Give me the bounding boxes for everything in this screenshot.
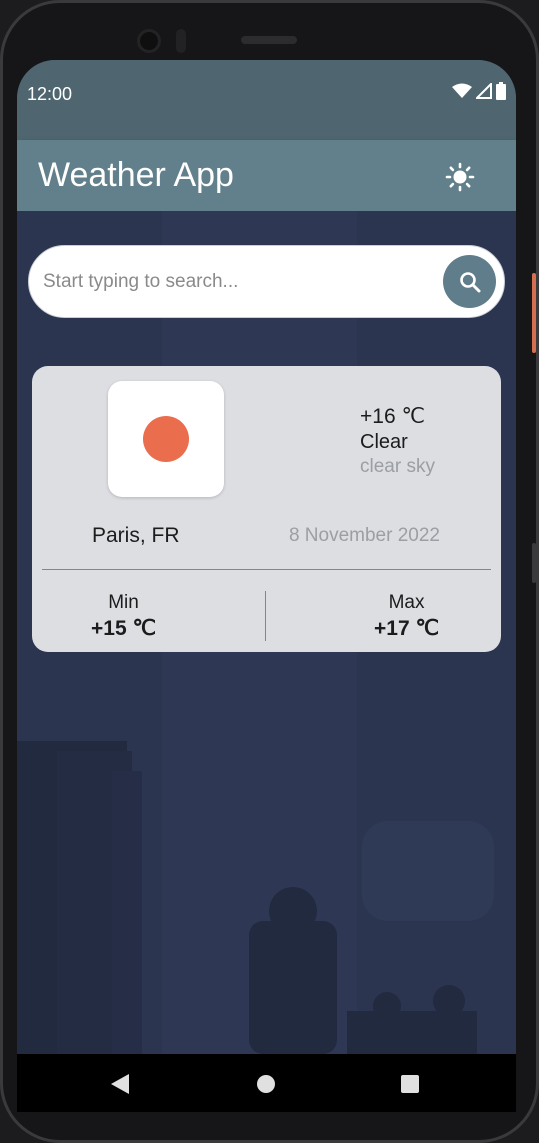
forecast-date: 8 November 2022 <box>288 525 440 546</box>
search-button[interactable] <box>443 255 496 308</box>
app-title: Weather App <box>38 156 234 194</box>
power-button <box>532 273 536 353</box>
search-bar <box>28 245 505 318</box>
condition-label: Clear <box>360 431 408 453</box>
max-temperature-block: Max +17 ℃ <box>374 592 439 641</box>
current-temperature: +16 ℃ <box>360 405 426 428</box>
app-bar: Weather App <box>17 140 516 211</box>
cell-signal-icon <box>476 83 492 99</box>
search-input[interactable] <box>43 268 423 296</box>
weather-card: +16 ℃ Clear clear sky Paris, FR 8 Novemb… <box>32 366 501 652</box>
current-conditions: +16 ℃ Clear clear sky <box>360 404 435 478</box>
sun-icon <box>445 162 475 192</box>
system-navigation-bar <box>17 1054 516 1112</box>
min-label: Min <box>108 592 139 613</box>
earpiece-speaker <box>241 36 297 44</box>
theme-toggle-button[interactable] <box>441 158 479 196</box>
condition-description: clear sky <box>360 456 435 477</box>
horizontal-divider <box>42 569 491 570</box>
volume-button <box>532 543 536 583</box>
weather-icon-tile <box>108 381 224 497</box>
status-time: 12:00 <box>27 84 73 104</box>
vertical-divider <box>265 591 266 641</box>
wifi-icon <box>452 83 472 98</box>
max-label: Max <box>388 592 425 613</box>
min-value: +15 ℃ <box>91 617 157 640</box>
max-value: +17 ℃ <box>374 617 440 640</box>
home-icon[interactable] <box>257 1075 275 1093</box>
clear-sky-sun-icon <box>143 416 189 462</box>
proximity-sensor <box>176 29 186 53</box>
status-icons <box>452 82 506 100</box>
front-camera <box>137 29 161 53</box>
search-icon <box>459 271 480 292</box>
battery-icon <box>496 82 506 100</box>
back-icon[interactable] <box>111 1074 129 1094</box>
status-bar: 12:00 <box>17 60 516 140</box>
city-name: Paris, FR <box>92 524 180 547</box>
app-screen: 12:00 Weather App Start typing to search… <box>17 60 516 1110</box>
recents-icon[interactable] <box>401 1075 419 1093</box>
min-temperature-block: Min +15 ℃ <box>91 592 156 641</box>
